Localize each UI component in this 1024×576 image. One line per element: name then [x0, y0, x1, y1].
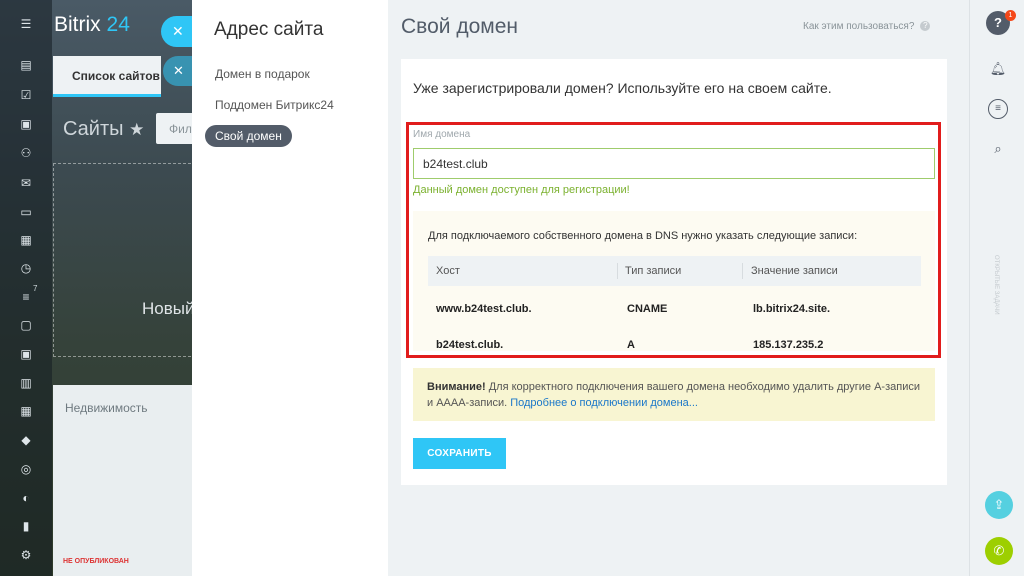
share-icon: ⇪: [993, 497, 1005, 512]
column-header-host: Хост: [436, 265, 460, 277]
open-tasks-label: ОТКРЫТЫЕ ЗАДАЧИ: [993, 255, 999, 315]
tasks-icon[interactable]: ☑: [19, 88, 33, 102]
bell-icon[interactable]: 🔔︎: [986, 57, 1010, 81]
new-site-card[interactable]: [53, 163, 196, 357]
chat-icon[interactable]: ▣: [19, 117, 33, 131]
dns-row-1-host: www.b24test.club.: [436, 303, 532, 315]
sites-icon[interactable]: ▢: [19, 318, 33, 332]
bitrix-logo[interactable]: Bitrix 24: [54, 13, 130, 37]
site-card-title: Недвижимость: [65, 401, 148, 415]
nav-item-gift-domain[interactable]: Домен в подарок: [205, 63, 320, 85]
filter-icon[interactable]: ≡: [19, 290, 33, 304]
intro-text: Уже зарегистрировали домен? Используйте …: [413, 80, 832, 96]
dns-row-2-value: 185.137.235.2: [753, 339, 824, 351]
timeline-icon[interactable]: ◐: [19, 491, 33, 505]
dns-row-1-type: CNAME: [627, 303, 668, 315]
calendar-icon[interactable]: ▦: [19, 233, 33, 247]
settings-icon[interactable]: ⚙: [19, 548, 33, 562]
target-icon[interactable]: ◎: [19, 462, 33, 476]
feed-icon[interactable]: ▤: [19, 58, 33, 72]
howto-label: Как этим пользоваться?: [803, 21, 915, 32]
question-icon: ?: [920, 21, 931, 32]
search-icon[interactable]: ⌕: [986, 137, 1010, 161]
mail-icon[interactable]: ✉: [19, 176, 33, 190]
nav-title: Адрес сайта: [214, 19, 324, 40]
page-title: Свой домен: [401, 15, 518, 38]
warning-title: Внимание!: [427, 381, 486, 393]
domain-slider-panel: Адрес сайта Домен в подарок Поддомен Бит…: [192, 0, 969, 576]
close-icon: ✕: [172, 23, 184, 39]
column-divider: [617, 263, 618, 279]
apps-icon[interactable]: ▦: [19, 404, 33, 418]
domain-form-card: Уже зарегистрировали домен? Используйте …: [401, 59, 947, 485]
domain-field-label: Имя домена: [413, 129, 471, 140]
new-site-label: Новый: [142, 299, 195, 318]
phone-icon: ✆: [993, 543, 1005, 558]
clock-icon[interactable]: ◷: [19, 261, 33, 275]
warning-box: Внимание! Для корректного подключения ва…: [413, 368, 935, 421]
help-badge: 1: [1005, 10, 1016, 21]
contacts-icon[interactable]: ▣: [19, 347, 33, 361]
sites-title: Сайты ★: [63, 118, 144, 141]
box-icon[interactable]: ◆: [19, 433, 33, 447]
address-nav: Адрес сайта Домен в подарок Поддомен Бит…: [192, 0, 388, 576]
chart-icon[interactable]: ▮: [19, 519, 33, 533]
dns-row-2-type: A: [627, 339, 635, 351]
tab-site-list[interactable]: Список сайтов: [53, 56, 161, 97]
column-header-type: Тип записи: [625, 265, 682, 277]
share-button[interactable]: ⇪: [985, 491, 1013, 519]
logo-text: Bitrix: [54, 13, 101, 36]
left-menu-rail: ☰ ▤ ☑ ▣ ⚇ ✉ ▭ ▦ ◷ ≡ 7 ▢ ▣ ▥ ▦ ◆ ◎ ◐ ▮ ⚙: [0, 0, 52, 576]
slider-close-button-secondary[interactable]: ✕: [163, 56, 195, 86]
save-button[interactable]: СОХРАНИТЬ: [413, 438, 506, 469]
more-info-link[interactable]: Подробнее о подключении домена...: [510, 397, 698, 409]
nav-item-subdomain[interactable]: Поддомен Битрикс24: [205, 94, 344, 116]
close-icon: ✕: [173, 63, 184, 78]
column-divider: [742, 263, 743, 279]
knowledge-icon[interactable]: ▥: [19, 376, 33, 390]
sites-title-label: Сайты: [63, 118, 124, 140]
chat-icon[interactable]: ≡: [988, 99, 1008, 119]
nav-item-own-domain[interactable]: Свой домен: [205, 125, 292, 147]
unpublished-badge: НЕ ОПУБЛИКОВАН: [63, 558, 129, 565]
dns-intro-text: Для подключаемого собственного домена в …: [428, 230, 858, 242]
column-header-value: Значение записи: [751, 265, 838, 277]
drive-icon[interactable]: ▭: [19, 205, 33, 219]
domain-name-input[interactable]: [413, 148, 935, 179]
logo-num: 24: [106, 13, 130, 36]
menu-icon[interactable]: ☰: [19, 17, 33, 31]
filter-input[interactable]: Фильтр: [156, 113, 196, 144]
phone-button[interactable]: ✆: [985, 537, 1013, 565]
howto-link[interactable]: Как этим пользоваться??: [803, 21, 931, 32]
question-icon: ?: [994, 15, 1002, 30]
rail-badge: 7: [33, 284, 38, 293]
star-icon[interactable]: ★: [129, 120, 144, 139]
dns-records-box: Для подключаемого собственного домена в …: [413, 211, 935, 351]
dns-row-2-host: b24test.club.: [436, 339, 504, 351]
availability-message: Данный домен доступен для регистрации!: [413, 184, 630, 196]
dns-table-header: Хост Тип записи Значение записи: [428, 256, 921, 286]
groups-icon[interactable]: ⚇: [19, 146, 33, 160]
dns-row-1-value: lb.bitrix24.site.: [753, 303, 831, 315]
